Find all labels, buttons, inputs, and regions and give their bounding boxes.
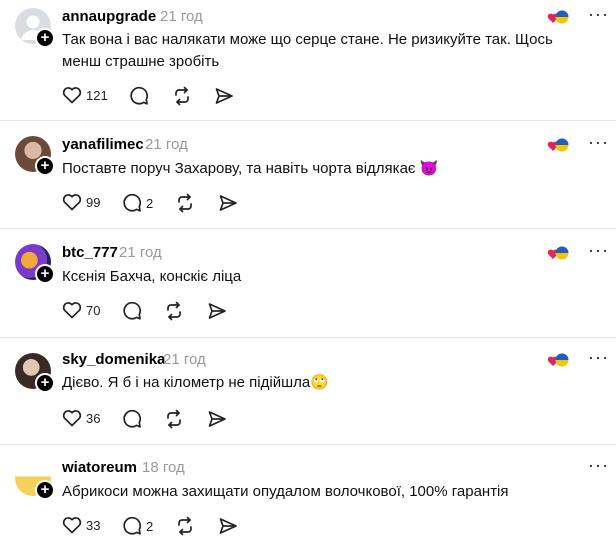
post-text: Абрикоси можна захищати опудалом волочко… bbox=[62, 483, 509, 500]
repost-button[interactable] bbox=[175, 193, 195, 213]
post: + yanafilimec 21 год ··· Поставте поруч … bbox=[0, 122, 616, 229]
send-icon bbox=[208, 411, 226, 427]
send-icon bbox=[215, 88, 233, 104]
username[interactable]: wiatoreum bbox=[62, 459, 137, 476]
send-icon bbox=[219, 518, 237, 534]
follow-plus-icon[interactable]: + bbox=[35, 264, 55, 284]
post: + sky_domenika 21 год ··· Дієво. Я б і н… bbox=[0, 339, 616, 445]
post-text: Ксєнія Бахча, конскіє ліца bbox=[62, 268, 242, 285]
repost-button[interactable] bbox=[172, 86, 192, 106]
follow-plus-icon[interactable]: + bbox=[35, 156, 55, 176]
heart-icon bbox=[62, 410, 82, 427]
more-icon[interactable]: ··· bbox=[588, 132, 609, 153]
like-count: 33 bbox=[86, 517, 101, 533]
like-count: 99 bbox=[86, 194, 101, 210]
post-time: 21 год bbox=[119, 244, 162, 261]
more-icon[interactable]: ··· bbox=[588, 347, 609, 368]
reply-button[interactable]: 2 bbox=[122, 516, 153, 536]
heart-flag-icon bbox=[547, 353, 569, 367]
heart-icon bbox=[62, 517, 82, 534]
heart-flag-icon bbox=[547, 246, 569, 260]
reply-button[interactable] bbox=[129, 86, 149, 106]
post-text: Поставте поруч Захарову, та навіть чорта… bbox=[62, 160, 439, 177]
follow-plus-icon[interactable]: + bbox=[35, 480, 55, 500]
post-text: Так вона і вас налякати може що серце ст… bbox=[62, 31, 553, 70]
repost-button[interactable] bbox=[164, 409, 184, 429]
heart-flag-icon bbox=[547, 138, 569, 152]
post: + btc_777 21 год ··· Ксєнія Бахча, конск… bbox=[0, 230, 616, 338]
username[interactable]: btc_777 bbox=[62, 244, 118, 261]
heart-icon bbox=[62, 302, 82, 319]
post-time: 18 год bbox=[142, 459, 185, 476]
like-button[interactable]: 121 bbox=[62, 86, 108, 104]
like-button[interactable]: 33 bbox=[62, 516, 100, 534]
username[interactable]: sky_domenika bbox=[62, 351, 165, 368]
comment-icon bbox=[130, 86, 149, 105]
comment-icon bbox=[123, 516, 142, 535]
post-time: 21 год bbox=[163, 351, 206, 368]
heart-flag-icon bbox=[547, 10, 569, 24]
more-icon[interactable]: ··· bbox=[588, 455, 609, 476]
like-button[interactable]: 36 bbox=[62, 409, 100, 427]
post: + wiatoreum 18 год ··· Абрикоси можна за… bbox=[0, 446, 616, 545]
repost-button[interactable] bbox=[164, 301, 184, 321]
reply-button[interactable]: 2 bbox=[122, 193, 153, 213]
comment-icon bbox=[123, 301, 142, 320]
like-count: 121 bbox=[86, 87, 108, 103]
like-count: 70 bbox=[86, 302, 101, 318]
repost-icon bbox=[167, 301, 181, 321]
like-button[interactable]: 99 bbox=[62, 193, 100, 211]
post-time: 21 год bbox=[160, 8, 203, 25]
share-button[interactable] bbox=[207, 301, 227, 321]
repost-icon bbox=[178, 193, 192, 213]
heart-icon bbox=[62, 87, 82, 104]
follow-plus-icon[interactable]: + bbox=[35, 28, 55, 48]
share-button[interactable] bbox=[214, 86, 234, 106]
repost-icon bbox=[178, 516, 192, 536]
send-icon bbox=[208, 303, 226, 319]
like-button[interactable]: 70 bbox=[62, 301, 100, 319]
repost-icon bbox=[175, 86, 189, 106]
reply-count: 2 bbox=[146, 518, 154, 534]
repost-button[interactable] bbox=[175, 516, 195, 536]
username[interactable]: annaupgrade bbox=[62, 8, 156, 25]
like-count: 36 bbox=[86, 410, 101, 426]
post-text: Дієво. Я б і на кілометр не підійшла🙄 bbox=[62, 374, 329, 391]
username[interactable]: yanafilimec bbox=[62, 136, 144, 153]
post: + annaupgrade 21 год ··· Так вона і вас … bbox=[0, 0, 616, 121]
reply-button[interactable] bbox=[122, 409, 142, 429]
reply-count: 2 bbox=[146, 195, 154, 211]
post-time: 21 год bbox=[145, 136, 188, 153]
follow-plus-icon[interactable]: + bbox=[35, 373, 55, 393]
send-icon bbox=[219, 195, 237, 211]
more-icon[interactable]: ··· bbox=[588, 240, 609, 261]
share-button[interactable] bbox=[218, 193, 238, 213]
comment-icon bbox=[123, 409, 142, 428]
share-button[interactable] bbox=[218, 516, 238, 536]
share-button[interactable] bbox=[207, 409, 227, 429]
more-icon[interactable]: ··· bbox=[588, 4, 609, 25]
heart-icon bbox=[62, 194, 82, 211]
repost-icon bbox=[167, 409, 181, 429]
comment-icon bbox=[123, 193, 142, 212]
reply-button[interactable] bbox=[122, 301, 142, 321]
